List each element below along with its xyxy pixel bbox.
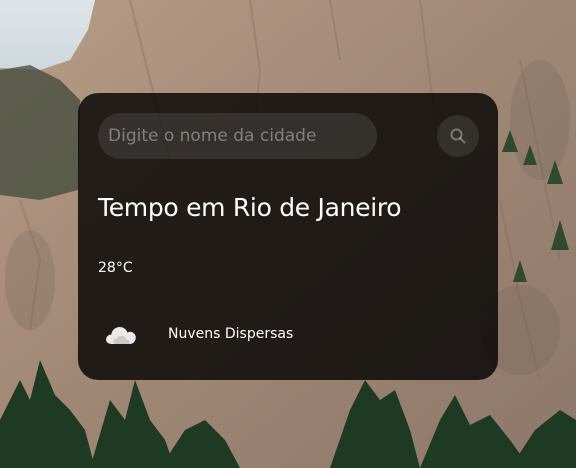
city-search-input[interactable] [98, 113, 377, 159]
search-icon [450, 128, 466, 144]
cloud-icon [106, 327, 136, 344]
weather-condition: Nuvens Dispersas [168, 326, 294, 342]
weather-card: Tempo em Rio de Janeiro 28°C Nuvens Disp… [78, 93, 498, 380]
search-bar [98, 113, 479, 159]
search-button[interactable] [437, 115, 479, 157]
temperature-value: 28°C [98, 260, 133, 276]
city-title: Tempo em Rio de Janeiro [98, 193, 402, 222]
